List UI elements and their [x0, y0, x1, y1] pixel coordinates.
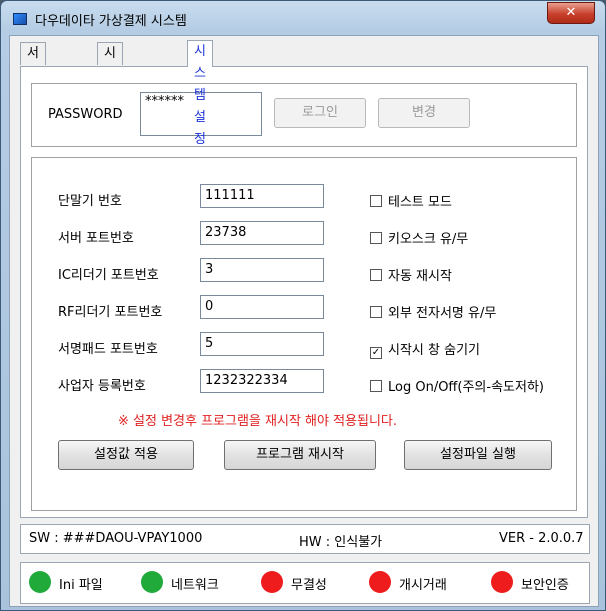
title-bar[interactable]: 다우데이타 가상결제 시스템 ✕ — [1, 1, 605, 35]
login-button[interactable]: 로그인 — [274, 98, 366, 128]
sign-pad-port-input[interactable]: 5 — [200, 332, 324, 356]
rf-reader-port-label: RF리더기 포트번호 — [58, 305, 163, 320]
security-auth-label: 보안인증 — [521, 578, 569, 593]
hide-on-start-checkbox[interactable]: ✓ 시작시 창 숨기기 — [370, 339, 480, 359]
open-settings-file-button[interactable]: 설정파일 실행 — [404, 440, 552, 470]
rf-reader-port-input[interactable]: 0 — [200, 295, 324, 319]
network-indicator-icon — [141, 571, 163, 593]
settings-panel: PASSWORD ****** 로그인 변경 단말기 번호 111111 서버 … — [20, 66, 588, 518]
opening-transaction-label: 개시거래 — [399, 578, 447, 593]
password-label: PASSWORD — [48, 107, 123, 122]
integrity-label: 무결성 — [291, 578, 327, 593]
indicator-panel: Ini 파일 네트워크 무결성 개시거래 보안인증 — [20, 562, 590, 604]
settings-group: 단말기 번호 111111 서버 포트번호 23738 IC리더기 포트번호 3… — [31, 157, 577, 511]
sw-version-label: SW : ###DAOU-VPAY1000 — [29, 531, 203, 546]
ic-reader-port-label: IC리더기 포트번호 — [58, 268, 159, 283]
window-title: 다우데이타 가상결제 시스템 — [35, 14, 187, 29]
tab-system-settings[interactable]: 시스템 설정 — [187, 40, 213, 147]
change-button[interactable]: 변경 — [378, 98, 470, 128]
checkbox-box — [370, 195, 382, 207]
external-signature-checkbox[interactable]: 외부 전자서명 유/무 — [370, 302, 496, 321]
app-window: 다우데이타 가상결제 시스템 ✕ 서버 상태 시스템 상태 시스템 설정 PAS… — [0, 0, 606, 611]
checkbox-label: 자동 재시작 — [388, 269, 452, 284]
ini-file-indicator-icon — [29, 571, 51, 593]
checkbox-box — [370, 306, 382, 318]
business-number-label: 사업자 등록번호 — [58, 379, 146, 394]
window-client: 서버 상태 시스템 상태 시스템 설정 PASSWORD ****** 로그인 … — [9, 35, 599, 607]
app-version-label: VER - 2.0.0.7 — [499, 531, 584, 546]
opening-transaction-indicator-icon — [369, 571, 391, 593]
ic-reader-port-input[interactable]: 3 — [200, 258, 324, 282]
restart-program-button[interactable]: 프로그램 재시작 — [224, 440, 376, 470]
status-bar: SW : ###DAOU-VPAY1000 HW : 인식불가 VER - 2.… — [20, 524, 590, 554]
checkbox-label: 외부 전자서명 유/무 — [388, 306, 497, 321]
test-mode-checkbox[interactable]: 테스트 모드 — [370, 191, 452, 210]
tab-server-status[interactable]: 서버 상태 — [20, 42, 46, 127]
checkbox-box — [370, 380, 382, 392]
network-label: 네트워크 — [171, 578, 219, 593]
app-icon — [13, 13, 27, 25]
auto-restart-checkbox[interactable]: 자동 재시작 — [370, 265, 452, 284]
close-button[interactable]: ✕ — [547, 2, 595, 24]
security-auth-indicator-icon — [491, 571, 513, 593]
checkbox-label: 키오스크 유/무 — [388, 232, 469, 247]
business-number-input[interactable]: 1232322334 — [200, 369, 324, 393]
checkbox-label: 테스트 모드 — [388, 195, 452, 210]
ini-file-label: Ini 파일 — [59, 578, 103, 593]
hw-status-label: HW : 인식불가 — [299, 535, 383, 550]
server-port-label: 서버 포트번호 — [58, 231, 134, 246]
integrity-indicator-icon — [261, 571, 283, 593]
terminal-number-input[interactable]: 111111 — [200, 184, 324, 208]
apply-settings-button[interactable]: 설정값 적용 — [58, 440, 194, 470]
log-onoff-checkbox[interactable]: Log On/Off(주의-속도저하) — [370, 376, 544, 395]
checkbox-box — [370, 232, 382, 244]
checkbox-label: Log On/Off(주의-속도저하) — [388, 380, 544, 395]
server-port-input[interactable]: 23738 — [200, 221, 324, 245]
terminal-number-label: 단말기 번호 — [58, 194, 122, 209]
check-mark-icon: ✓ — [370, 347, 382, 359]
kiosk-checkbox[interactable]: 키오스크 유/무 — [370, 228, 468, 247]
tab-system-status[interactable]: 시스템 상태 — [97, 42, 123, 149]
restart-notice: ※ 설정 변경후 프로그램을 재시작 해야 적용됩니다. — [118, 414, 398, 429]
checkbox-box — [370, 269, 382, 281]
checkbox-label: 시작시 창 숨기기 — [388, 343, 480, 358]
login-group: PASSWORD ****** 로그인 변경 — [31, 83, 577, 147]
sign-pad-port-label: 서명패드 포트번호 — [58, 342, 158, 357]
